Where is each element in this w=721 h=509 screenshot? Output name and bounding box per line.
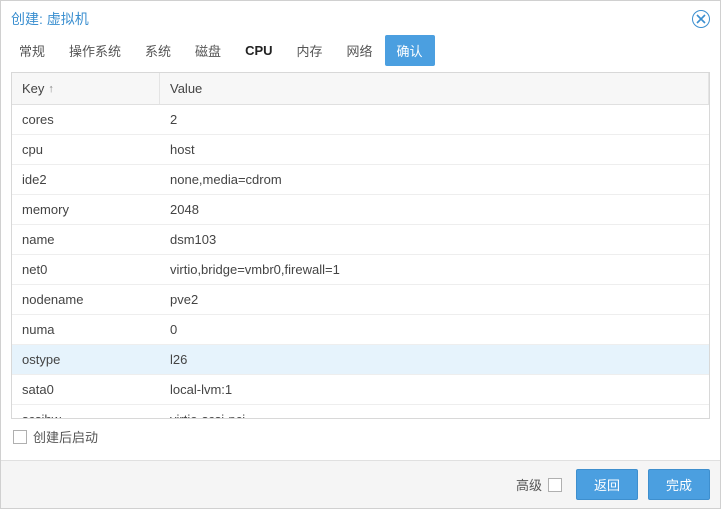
tab-2[interactable]: 系统	[133, 35, 183, 66]
table-row[interactable]: cores2	[12, 105, 709, 135]
table-row[interactable]: sata0local-lvm:1	[12, 375, 709, 405]
cell-key: numa	[12, 315, 160, 344]
cell-value: 2048	[160, 195, 709, 224]
start-after-create-label: 创建后启动	[33, 427, 98, 446]
cell-key: scsihw	[12, 405, 160, 418]
column-header-key-label: Key	[22, 81, 44, 96]
cell-value: 0	[160, 315, 709, 344]
table-row[interactable]: scsihwvirtio-scsi-pci	[12, 405, 709, 418]
start-after-create-checkbox[interactable]	[13, 430, 27, 444]
start-after-create-row: 创建后启动	[11, 419, 710, 454]
tab-5[interactable]: 内存	[285, 35, 335, 66]
finish-button[interactable]: 完成	[648, 469, 710, 500]
cell-key: ide2	[12, 165, 160, 194]
cell-value: host	[160, 135, 709, 164]
close-icon[interactable]	[692, 10, 710, 28]
cell-key: ostype	[12, 345, 160, 374]
column-header-value-label: Value	[170, 81, 202, 96]
cell-key: cpu	[12, 135, 160, 164]
cell-value: pve2	[160, 285, 709, 314]
table-row[interactable]: namedsm103	[12, 225, 709, 255]
cell-value: dsm103	[160, 225, 709, 254]
table-row[interactable]: nodenamepve2	[12, 285, 709, 315]
sort-asc-icon: ↑	[48, 83, 54, 95]
footer: 高级 返回 完成	[1, 460, 720, 508]
cell-value: none,media=cdrom	[160, 165, 709, 194]
tab-7[interactable]: 确认	[385, 35, 435, 66]
cell-value: local-lvm:1	[160, 375, 709, 404]
titlebar: 创建: 虚拟机	[1, 1, 720, 35]
cell-key: sata0	[12, 375, 160, 404]
table-row[interactable]: cpuhost	[12, 135, 709, 165]
cell-key: name	[12, 225, 160, 254]
column-header-key[interactable]: Key ↑	[12, 73, 160, 104]
table-body[interactable]: cores2cpuhostide2none,media=cdrommemory2…	[12, 105, 709, 418]
column-header-value[interactable]: Value	[160, 73, 709, 104]
table-row[interactable]: ide2none,media=cdrom	[12, 165, 709, 195]
tab-4[interactable]: CPU	[233, 37, 284, 64]
cell-key: nodename	[12, 285, 160, 314]
tab-6[interactable]: 网络	[335, 35, 385, 66]
cell-value: l26	[160, 345, 709, 374]
table-header-row: Key ↑ Value	[12, 73, 709, 105]
tab-1[interactable]: 操作系统	[57, 35, 133, 66]
window-title: 创建: 虚拟机	[11, 9, 89, 29]
table-row[interactable]: net0virtio,bridge=vmbr0,firewall=1	[12, 255, 709, 285]
cell-value: virtio-scsi-pci	[160, 405, 709, 418]
content-area: Key ↑ Value cores2cpuhostide2none,media=…	[1, 72, 720, 460]
tabs: 常规操作系统系统磁盘CPU内存网络确认	[1, 35, 720, 72]
table-row[interactable]: ostypel26	[12, 345, 709, 375]
cell-value: 2	[160, 105, 709, 134]
cell-key: memory	[12, 195, 160, 224]
advanced-checkbox[interactable]	[548, 478, 562, 492]
table-row[interactable]: memory2048	[12, 195, 709, 225]
advanced-label: 高级	[516, 475, 542, 494]
cell-key: net0	[12, 255, 160, 284]
tab-3[interactable]: 磁盘	[183, 35, 233, 66]
cell-key: cores	[12, 105, 160, 134]
cell-value: virtio,bridge=vmbr0,firewall=1	[160, 255, 709, 284]
summary-table: Key ↑ Value cores2cpuhostide2none,media=…	[11, 72, 710, 419]
advanced-toggle: 高级	[516, 475, 562, 494]
back-button[interactable]: 返回	[576, 469, 638, 500]
table-row[interactable]: numa0	[12, 315, 709, 345]
tab-0[interactable]: 常规	[7, 35, 57, 66]
